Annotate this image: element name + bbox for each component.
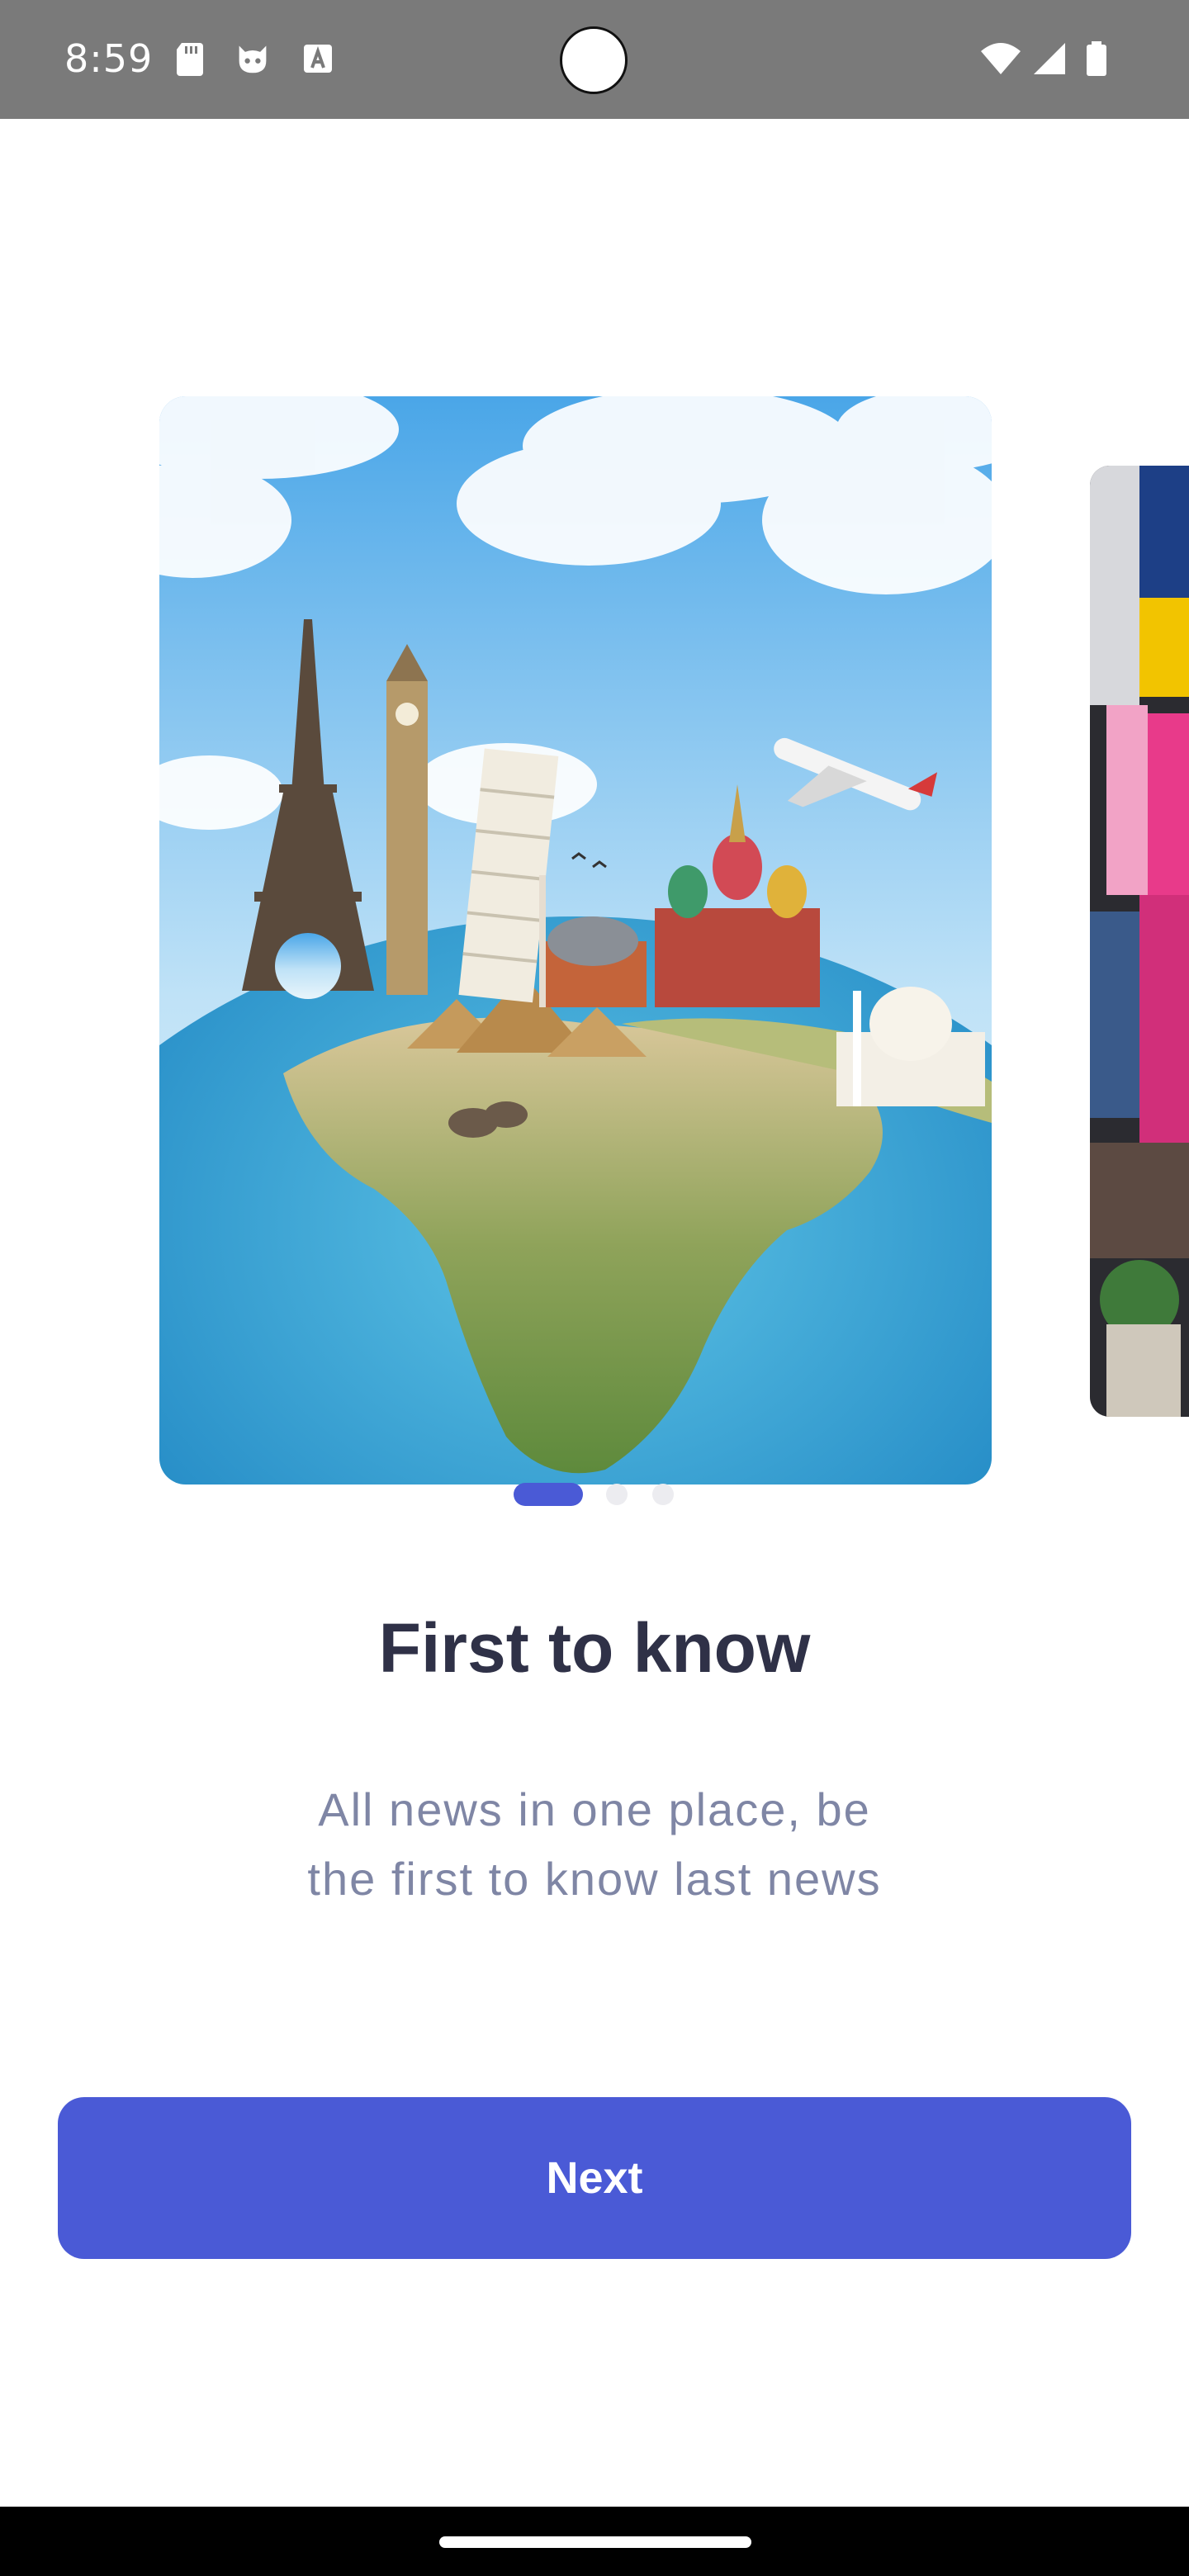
onboarding-carousel[interactable] (0, 119, 1189, 1485)
page-dot[interactable] (652, 1484, 674, 1505)
times-square-street-image (1090, 466, 1189, 1417)
description-line: the first to know last news (307, 1853, 882, 1905)
status-time: 8:59 (64, 36, 154, 81)
battery-icon (1087, 41, 1106, 76)
cell-signal-icon (1034, 43, 1065, 74)
world-landmarks-globe-image (159, 396, 992, 1485)
slide-image-times-square[interactable] (1090, 466, 1189, 1417)
slide-image-world-landmarks[interactable] (159, 396, 992, 1485)
onboarding-title: First to know (378, 1609, 811, 1687)
description-line: All news in one place, be (318, 1783, 871, 1835)
page-indicator (0, 1478, 1189, 1511)
page-dot[interactable] (606, 1484, 628, 1505)
next-button[interactable]: Next (58, 2097, 1131, 2259)
wifi-icon (981, 43, 1021, 74)
page-dot-active[interactable] (514, 1483, 583, 1506)
camera-cutout (560, 26, 628, 94)
navigation-bar (0, 2507, 1189, 2576)
font-a-icon (304, 45, 332, 73)
sd-card-icon (177, 43, 203, 76)
onboarding-description: All news in one place, be the first to k… (264, 1775, 925, 1914)
home-handle[interactable] (439, 2536, 751, 2548)
status-bar: 8:59 (0, 0, 1189, 119)
cat-face-icon (239, 45, 267, 73)
